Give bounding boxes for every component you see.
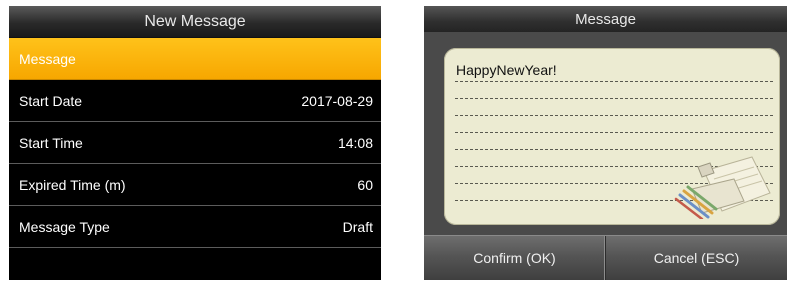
note-line — [455, 98, 773, 99]
message-panel: HappyNewYear! — [444, 48, 780, 225]
message-text: HappyNewYear! — [456, 62, 557, 78]
title-bar: New Message — [9, 6, 381, 38]
title-bar: Message — [424, 6, 787, 32]
page: New Message Message Start Date 2017-08-2… — [0, 0, 787, 284]
menu-item-label: Message Type — [19, 218, 110, 235]
menu-item-message[interactable]: Message — [9, 38, 381, 80]
confirm-button-label: Confirm (OK) — [473, 250, 556, 266]
menu-item-message-type[interactable]: Message Type Draft — [9, 206, 381, 248]
menu-item-label: Start Date — [19, 92, 83, 109]
message-preview-screen: Message HappyNewYear! Confirm (OK) Cance… — [424, 6, 787, 280]
menu-item-start-time[interactable]: Start Time 14:08 — [9, 122, 381, 164]
screen-title: New Message — [144, 12, 246, 30]
action-bar: Confirm (OK) Cancel (ESC) — [424, 235, 787, 280]
menu-item-label: Start Time — [19, 134, 83, 151]
confirm-button[interactable]: Confirm (OK) — [424, 236, 605, 280]
menu-item-expired-time[interactable]: Expired Time (m) 60 — [9, 164, 381, 206]
menu-item-value: 60 — [357, 176, 373, 193]
menu-item-value: Draft — [342, 218, 373, 235]
menu-item-label: Message — [19, 50, 76, 67]
notepad-icon — [674, 156, 771, 219]
menu-item-start-date[interactable]: Start Date 2017-08-29 — [9, 80, 381, 122]
note-line — [455, 81, 773, 82]
menu-item-value: 2017-08-29 — [301, 92, 373, 109]
screen-title: Message — [575, 10, 636, 28]
note-line — [455, 115, 773, 116]
cancel-button-label: Cancel (ESC) — [653, 250, 740, 266]
new-message-screen: New Message Message Start Date 2017-08-2… — [9, 6, 381, 280]
note-line — [455, 132, 773, 133]
menu-item-value: 14:08 — [337, 134, 373, 151]
menu-item-label: Expired Time (m) — [19, 176, 126, 193]
cancel-button[interactable]: Cancel (ESC) — [605, 236, 787, 280]
